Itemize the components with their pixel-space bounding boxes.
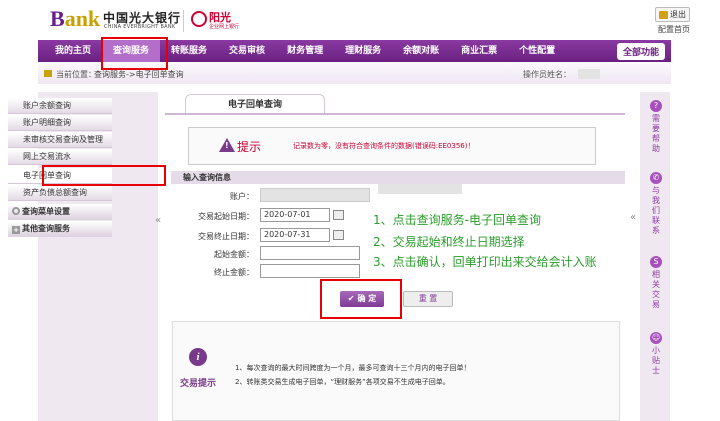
start-date-label: 交易起始日期： <box>198 212 254 221</box>
help-icon: ? <box>650 100 662 112</box>
sidebar-item-detail-query[interactable]: 账户明细查询 <box>8 115 112 131</box>
tip-message: 记录数为零，没有符合查询条件的数据(错误码:EE0356)！ <box>293 142 475 150</box>
plus-icon: + <box>12 226 20 234</box>
calendar-icon[interactable] <box>333 210 344 220</box>
transaction-tips: i 交易提示 1、每次查询的最大时间跨度为一个月，最多可查询十三个月内的电子回单… <box>172 321 620 421</box>
header: Bank 中国光大银行 CHINA EVERBRIGHT BANK 阳光 企业网… <box>0 0 720 40</box>
collapse-rail-icon[interactable]: « <box>630 212 636 223</box>
config-homepage-link[interactable]: 配置首页 <box>658 24 690 35</box>
confirm-button[interactable]: ✔ 确 定 <box>340 291 384 307</box>
account-select[interactable] <box>260 188 370 202</box>
smile-icon: ☺ <box>650 332 662 344</box>
home-icon <box>44 70 52 77</box>
phone-icon: ✆ <box>650 172 662 184</box>
check-icon: ✔ <box>347 294 355 303</box>
tip-title: 提示 <box>237 140 262 154</box>
collapse-sidebar-icon[interactable]: « <box>155 215 161 226</box>
tip-line-2: 2、转账类交易生成电子回单，“理财服务”各项交易不生成电子回单。 <box>235 378 450 386</box>
nav-personal-config[interactable]: 个性配置 <box>508 40 566 62</box>
bank-logo: Bank <box>50 6 101 31</box>
rail-related[interactable]: S 相关交易 <box>645 256 667 310</box>
annotation-step-2: 2、交易起始和终止日期选择 <box>373 235 525 249</box>
info-icon: i <box>189 348 207 366</box>
nav-finance-management[interactable]: 财务管理 <box>276 40 334 62</box>
min-amount-input[interactable] <box>260 246 360 260</box>
account-label: 账户： <box>230 192 254 201</box>
breadcrumb: 当前位置： 查询服务->电子回单查询 操作员姓名： <box>38 64 671 84</box>
rail-contact[interactable]: ✆ 与我们联系 <box>645 172 667 236</box>
sunshine-logo-icon <box>191 11 207 27</box>
operator-name-redacted <box>578 69 600 79</box>
annotation-step-3: 3、点击确认，回单打印出来交给会计入账 <box>373 255 597 269</box>
nav-query-service[interactable]: 查询服务 <box>102 40 161 62</box>
nav-wealth-service[interactable]: 理财服务 <box>334 40 392 62</box>
breadcrumb-path[interactable]: 查询服务->电子回单查询 <box>94 69 184 80</box>
max-amount-label: 终止金额： <box>214 268 254 277</box>
exit-button[interactable]: 退出 <box>655 7 690 22</box>
bank-name-en: CHINA EVERBRIGHT BANK <box>104 24 176 30</box>
rail-tips[interactable]: ☺ 小贴士 <box>645 332 667 376</box>
min-amount-label: 起始金额： <box>214 250 254 259</box>
sub-brand-caption: 企业网上银行 <box>209 24 240 30</box>
reset-button[interactable]: 重 置 <box>403 291 453 307</box>
error-tip-box: ! 提示 记录数为零，没有符合查询条件的数据(错误码:EE0356)！ <box>188 127 596 165</box>
rail-help[interactable]: ? 需要帮助 <box>645 100 667 154</box>
nav-transaction-review[interactable]: 交易审核 <box>218 40 276 62</box>
sidebar-item-online-flow[interactable]: 网上交易流水 <box>8 149 112 165</box>
calendar-icon[interactable] <box>333 230 344 240</box>
sidebar-item-asset-liability[interactable]: 资产负债总额查询 <box>8 185 112 201</box>
breadcrumb-label: 当前位置： <box>56 70 96 79</box>
max-amount-input[interactable] <box>260 264 360 278</box>
related-icon: S <box>650 256 662 268</box>
exit-icon <box>659 10 668 19</box>
sidebar-item-unreviewed-query[interactable]: 未审核交易查询及管理 <box>8 132 112 148</box>
sidebar-group-menu-settings[interactable]: 查询菜单设置 <box>8 204 112 220</box>
main-nav: 我的主页 查询服务 转账服务 交易审核 财务管理 理财服务 余额对账 商业汇票 … <box>38 40 671 62</box>
all-functions-button[interactable]: 全部功能 <box>616 43 665 60</box>
section-title: 输入查询信息 <box>171 171 625 184</box>
start-date-input[interactable]: 2020-07-01 <box>260 208 330 222</box>
tab-underline <box>165 113 625 115</box>
tab-e-receipt-query[interactable]: 电子回单查询 <box>185 94 325 114</box>
sidebar-group-other-queries[interactable]: + 其他查询服务 <box>8 221 112 237</box>
end-date-input[interactable]: 2020-07-31 <box>260 228 330 242</box>
logo-divider <box>183 10 184 32</box>
nav-commercial-bill[interactable]: 商业汇票 <box>450 40 508 62</box>
end-date-label: 交易终止日期： <box>198 232 254 241</box>
sidebar-item-e-receipt[interactable]: 电子回单查询 <box>8 168 112 184</box>
nav-transfer-service[interactable]: 转账服务 <box>160 40 218 62</box>
sidebar-item-balance-query[interactable]: 账户余额查询 <box>8 98 112 114</box>
tips-title: 交易提示 <box>180 379 217 389</box>
nav-balance-reconcile[interactable]: 余额对账 <box>392 40 450 62</box>
gear-icon <box>12 207 20 215</box>
annotation-step-1: 1、点击查询服务-电子回单查询 <box>373 213 541 227</box>
tip-line-1: 1、每次查询的最大时间跨度为一个月，最多可查询十三个月内的电子回单！ <box>235 364 471 372</box>
account-redacted <box>378 184 462 194</box>
exit-label: 退出 <box>670 10 686 19</box>
operator-label: 操作员姓名： <box>523 70 571 79</box>
nav-my-home[interactable]: 我的主页 <box>44 40 102 62</box>
